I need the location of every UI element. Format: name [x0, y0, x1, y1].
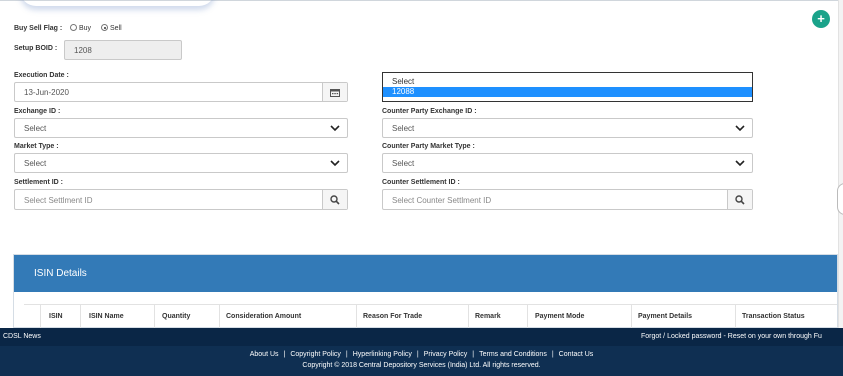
- settlement-id-label: Settlement ID :: [14, 179, 64, 186]
- sell-radio[interactable]: [101, 24, 109, 31]
- news-ticker-bar: CDSL News Forgot / Locked password - Res…: [0, 328, 843, 346]
- settlement-id-field[interactable]: Select Settlment ID: [14, 189, 348, 210]
- column-divider: [356, 305, 357, 329]
- buy-sell-radio-group: Buy Sell: [67, 24, 122, 32]
- column-header-transaction-status[interactable]: Transaction Status: [742, 313, 805, 320]
- footer-copyright: Copyright © 2018 Central Depository Serv…: [302, 362, 541, 369]
- column-header-isin[interactable]: ISIN: [49, 313, 63, 320]
- plus-icon: +: [817, 11, 825, 26]
- cp-exchange-id-value: Select: [392, 124, 415, 133]
- isin-details-panel: ISIN Details ISIN ISIN Name Quantity Con…: [13, 254, 838, 329]
- listbox-option-12088[interactable]: 12088: [383, 87, 752, 97]
- footer-links: About Us | Copyright Policy | Hyperlinking P…: [0, 351, 843, 358]
- footer-separator: |: [551, 351, 554, 358]
- exchange-id-label: Exchange ID :: [14, 108, 61, 115]
- calendar-icon: [330, 89, 340, 97]
- footer-link-hyperlinking-policy[interactable]: Hyperlinking Policy: [353, 351, 412, 358]
- counterparty-boid-listbox[interactable]: Select 12088: [382, 72, 753, 102]
- column-divider: [527, 305, 528, 329]
- footer-link-terms-and-conditions[interactable]: Terms and Conditions: [479, 351, 547, 358]
- cdsl-news-label[interactable]: CDSL News: [3, 328, 41, 346]
- cp-market-type-select[interactable]: Select: [382, 153, 753, 173]
- setup-boid-field[interactable]: 1208: [64, 40, 182, 60]
- footer-separator: |: [472, 351, 475, 358]
- column-header-quantity[interactable]: Quantity: [162, 313, 190, 320]
- isin-panel-title: ISIN Details: [34, 268, 87, 279]
- settlement-search-button[interactable]: [322, 190, 347, 209]
- column-header-reason-for-trade[interactable]: Reason For Trade: [363, 313, 422, 320]
- execution-date-label: Execution Date :: [14, 72, 69, 79]
- calendar-button[interactable]: [322, 83, 347, 101]
- cp-settlement-id-label: Counter Settlement ID :: [382, 179, 460, 186]
- column-header-isin-name[interactable]: ISIN Name: [89, 313, 124, 320]
- isin-panel-header: ISIN Details: [14, 255, 837, 292]
- setup-boid-value: 1208: [74, 46, 92, 55]
- column-header-remark[interactable]: Remark: [475, 313, 501, 320]
- column-header-payment-details[interactable]: Payment Details: [638, 313, 692, 320]
- site-footer: CDSL News Forgot / Locked password - Res…: [0, 328, 843, 376]
- column-header-consideration-amount[interactable]: Consideration Amount: [226, 313, 301, 320]
- exchange-id-select[interactable]: Select: [14, 118, 348, 138]
- news-marquee-text[interactable]: Forgot / Locked password - Reset on your…: [641, 328, 822, 346]
- floating-scroll-button[interactable]: [837, 183, 843, 215]
- column-divider: [219, 305, 220, 329]
- setup-boid-label: Setup BOID :: [14, 45, 58, 52]
- footer-link-privacy-policy[interactable]: Privacy Policy: [424, 351, 468, 358]
- footer-link-copyright-policy[interactable]: Copyright Policy: [290, 351, 341, 358]
- buy-radio[interactable]: [70, 24, 77, 31]
- column-divider: [40, 305, 41, 329]
- cp-market-type-value: Select: [392, 159, 415, 168]
- chevron-down-icon: [735, 160, 745, 167]
- footer-separator: |: [345, 351, 348, 358]
- right-scroll-track: [838, 0, 843, 328]
- column-divider: [631, 305, 632, 329]
- buy-radio-label: Buy: [79, 25, 92, 32]
- cp-market-type-label: Counter Party Market Type :: [382, 143, 475, 150]
- cp-exchange-id-label: Counter Party Exchange ID :: [382, 108, 477, 115]
- execution-date-field[interactable]: 13-Jun-2020: [14, 82, 348, 102]
- add-isin-button[interactable]: +: [812, 10, 830, 28]
- footer-link-contact-us[interactable]: Contact Us: [559, 351, 594, 358]
- footer-separator: |: [283, 351, 286, 358]
- column-header-payment-mode[interactable]: Payment Mode: [535, 313, 584, 320]
- market-type-value: Select: [24, 159, 47, 168]
- market-type-select[interactable]: Select: [14, 153, 348, 173]
- buy-sell-flag-label: Buy Sell Flag :: [14, 25, 62, 32]
- sell-radio-label: Sell: [110, 25, 122, 32]
- table-header-top-border: [24, 304, 837, 305]
- search-icon: [735, 195, 745, 205]
- footer-link-about-us[interactable]: About Us: [250, 351, 279, 358]
- cp-settlement-id-field[interactable]: Select Counter Settlment ID: [382, 189, 753, 210]
- chevron-down-icon: [330, 125, 340, 132]
- column-divider: [735, 305, 736, 329]
- search-icon: [330, 195, 340, 205]
- listbox-option-select[interactable]: Select: [383, 77, 752, 87]
- market-type-label: Market Type :: [14, 143, 59, 150]
- footer-separator: |: [416, 351, 419, 358]
- execution-date-value: 13-Jun-2020: [24, 88, 69, 97]
- cp-exchange-id-select[interactable]: Select: [382, 118, 753, 138]
- chevron-down-icon: [735, 125, 745, 132]
- column-divider: [154, 305, 155, 329]
- cp-settlement-id-placeholder: Select Counter Settlment ID: [392, 196, 492, 205]
- cp-settlement-search-button[interactable]: [727, 190, 752, 209]
- column-divider: [80, 305, 81, 329]
- column-divider: [468, 305, 469, 329]
- header-shadow: [20, 0, 215, 6]
- settlement-id-placeholder: Select Settlment ID: [24, 196, 93, 205]
- exchange-id-value: Select: [24, 124, 47, 133]
- chevron-down-icon: [330, 160, 340, 167]
- buy-sell-flag-text: Buy Sell Flag :: [14, 25, 63, 32]
